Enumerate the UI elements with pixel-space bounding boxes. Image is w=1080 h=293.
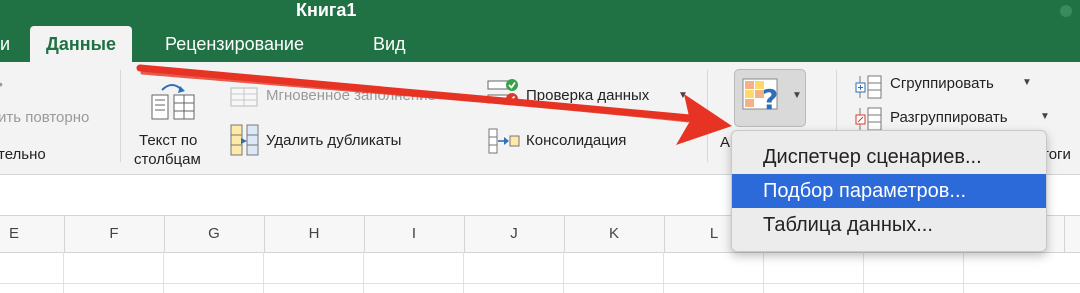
ungroup-caret[interactable]: ▼ <box>1040 111 1050 122</box>
ribbon-tab-bar: и Данные Рецензирование Вид <box>0 26 1080 62</box>
group-icon <box>855 75 882 99</box>
tab-review[interactable]: Рецензирование <box>165 26 304 62</box>
ungroup-icon <box>855 107 882 131</box>
what-if-label-partial: А <box>720 134 731 151</box>
grid-column-line <box>663 252 664 293</box>
column-header-i[interactable]: I <box>364 216 465 252</box>
title-bar: Книга1 <box>0 0 1080 26</box>
what-if-analysis-button[interactable]: ? ▼ <box>734 69 806 127</box>
grid-column-line <box>363 252 364 293</box>
grid-column-line <box>463 252 464 293</box>
text-to-columns-label-2: столбцам <box>134 151 201 168</box>
reapply-button[interactable]: ить повторно <box>0 109 89 126</box>
grid-column-line <box>563 252 564 293</box>
column-header-k[interactable]: K <box>564 216 665 252</box>
column-header-f[interactable]: F <box>64 216 165 252</box>
what-if-caret: ▼ <box>792 90 802 101</box>
grid-column-line <box>63 252 64 293</box>
tab-partial[interactable]: и <box>0 26 10 62</box>
svg-text:?: ? <box>762 83 778 116</box>
column-header-e[interactable]: E <box>0 216 65 252</box>
tab-view[interactable]: Вид <box>373 26 406 62</box>
grid-row[interactable] <box>0 283 1080 293</box>
window-title: Книга1 <box>296 0 357 20</box>
consolidate-label: Консолидация <box>526 132 627 149</box>
group-label: Сгруппировать <box>890 75 994 92</box>
column-header-g[interactable]: G <box>164 216 265 252</box>
grid-row[interactable] <box>0 253 1080 284</box>
grid-column-line <box>863 252 864 293</box>
what-if-dropdown-menu: Диспетчер сценариев... Подбор параметров… <box>731 130 1047 252</box>
what-if-analysis-icon: ? <box>742 78 778 116</box>
grid-column-line <box>763 252 764 293</box>
advanced-button[interactable]: тельно <box>0 146 46 163</box>
data-validation-icon <box>487 79 518 105</box>
separator <box>120 70 121 162</box>
consolidate-icon <box>488 128 520 154</box>
text-to-columns-label-1: Текст по <box>139 132 198 149</box>
data-validation-caret[interactable]: ▼ <box>678 90 688 101</box>
tab-data[interactable]: Данные <box>30 26 132 62</box>
remove-duplicates-label: Удалить дубликаты <box>266 132 402 149</box>
grid-column-line <box>963 252 964 293</box>
menu-item-goal-seek[interactable]: Подбор параметров... <box>732 174 1046 208</box>
ungroup-label: Разгруппировать <box>890 109 1008 126</box>
data-validation-label: Проверка данных <box>526 87 650 104</box>
column-header-j[interactable]: J <box>464 216 565 252</box>
window-control-dot[interactable] <box>1060 5 1072 17</box>
menu-item-scenario-manager[interactable]: Диспетчер сценариев... <box>732 140 1046 174</box>
separator <box>707 70 708 162</box>
flash-fill-icon <box>230 87 258 107</box>
menu-item-data-table[interactable]: Таблица данных... <box>732 208 1046 242</box>
remove-duplicates-icon <box>230 124 259 156</box>
column-header-h[interactable]: H <box>264 216 365 252</box>
grid-column-line <box>163 252 164 293</box>
group-caret[interactable]: ▼ <box>1022 77 1032 88</box>
grid-column-line <box>263 252 264 293</box>
partial-top-text: • <box>0 76 3 92</box>
flash-fill-label: Мгновенное заполнение <box>266 87 436 104</box>
text-to-columns-icon <box>151 84 195 120</box>
